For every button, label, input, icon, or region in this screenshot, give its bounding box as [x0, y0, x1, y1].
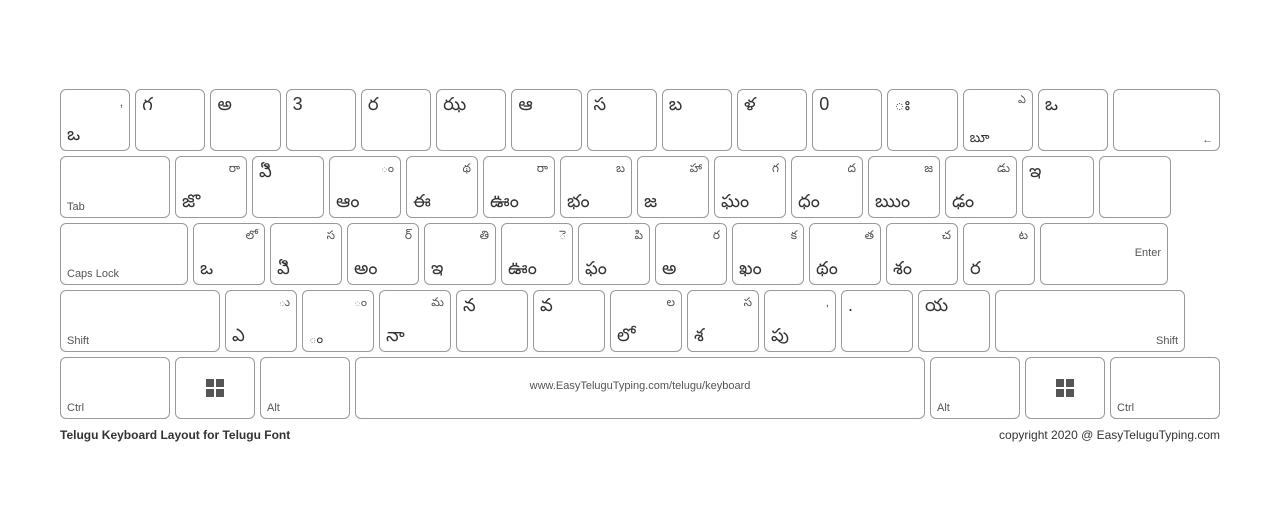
key-m[interactable]: స శ: [687, 290, 759, 352]
row-shift: Shift ు ఎ ం ం మ నా న వ ల లో స శ , పు: [60, 290, 1220, 352]
key-bracket[interactable]: ఒ: [1038, 89, 1108, 151]
key-k[interactable]: క ఖం: [732, 223, 804, 285]
key-u[interactable]: హా జ: [637, 156, 709, 218]
key-5[interactable]: ఝ: [436, 89, 506, 151]
ctrl-left-key[interactable]: Ctrl: [60, 357, 170, 419]
key-l[interactable]: త థం: [809, 223, 881, 285]
key-8[interactable]: బ: [662, 89, 732, 151]
footer-right: copyright 2020 @ EasyTeluguTyping.com: [999, 428, 1220, 442]
alt-left-key[interactable]: Alt: [260, 357, 350, 419]
row-tab: Tab రా జొ ఏి ం ఆం థ ఈ రా ఊం బ భం హా జ: [60, 156, 1220, 218]
key-o[interactable]: ద ధం: [791, 156, 863, 218]
key-i[interactable]: గ ఘం: [714, 156, 786, 218]
alt-right-key[interactable]: Alt: [930, 357, 1020, 419]
footer-left: Telugu Keyboard Layout for Telugu Font: [60, 428, 290, 442]
key-e[interactable]: ం ఆం: [329, 156, 401, 218]
key-minus[interactable]: ః: [887, 89, 957, 151]
key-comma[interactable]: , పు: [764, 290, 836, 352]
key-f[interactable]: తి ఇ: [424, 223, 496, 285]
key-slash[interactable]: య: [918, 290, 990, 352]
key-a[interactable]: లో ఒ: [193, 223, 265, 285]
key-quote[interactable]: ట ర: [963, 223, 1035, 285]
key-n[interactable]: ల లో: [610, 290, 682, 352]
key-j[interactable]: ర అ: [655, 223, 727, 285]
key-backslash[interactable]: [1099, 156, 1171, 218]
caps-lock-key[interactable]: Caps Lock: [60, 223, 188, 285]
key-h[interactable]: పి ఫం: [578, 223, 650, 285]
space-key[interactable]: www.EasyTeluguTyping.com/telugu/keyboard: [355, 357, 925, 419]
footer-description: Layout for Telugu Font: [160, 428, 290, 442]
key-d[interactable]: ర్ అం: [347, 223, 419, 285]
windows-icon: [206, 379, 224, 397]
key-q[interactable]: రా జొ: [175, 156, 247, 218]
key-6[interactable]: ఆ: [511, 89, 581, 151]
key-p[interactable]: జ ఋం: [868, 156, 940, 218]
enter-key[interactable]: Enter: [1040, 223, 1168, 285]
key-period[interactable]: .: [841, 290, 913, 352]
key-7[interactable]: స: [587, 89, 657, 151]
key-backtick[interactable]: , ఒ: [60, 89, 130, 151]
key-2[interactable]: అ: [210, 89, 280, 151]
shift-right-key[interactable]: Shift: [995, 290, 1185, 352]
key-z[interactable]: ు ఎ: [225, 290, 297, 352]
row-bottom: Ctrl Alt www.EasyTeluguTyping.com/telugu…: [60, 357, 1220, 419]
key-v[interactable]: న: [456, 290, 528, 352]
windows-icon-right: [1056, 379, 1074, 397]
key-equals[interactable]: ఎ బూ: [963, 89, 1033, 151]
key-w[interactable]: ఏి: [252, 156, 324, 218]
win-right-key[interactable]: [1025, 357, 1105, 419]
key-1[interactable]: గ: [135, 89, 205, 151]
key-y[interactable]: బ భం: [560, 156, 632, 218]
key-lbracket[interactable]: డు ఢం: [945, 156, 1017, 218]
footer-brand: Telugu Keyboard: [60, 428, 157, 442]
key-rbracket[interactable]: ఇ: [1022, 156, 1094, 218]
row-caps: Caps Lock లో ఒ స ఏి ర్ అం తి ఇ ె ఊం పి ఫ…: [60, 223, 1220, 285]
key-4[interactable]: ర: [361, 89, 431, 151]
shift-left-key[interactable]: Shift: [60, 290, 220, 352]
key-3[interactable]: 3: [286, 89, 356, 151]
footer: Telugu Keyboard Layout for Telugu Font c…: [60, 428, 1220, 442]
row-numbers: , ఒ గ అ 3 ర ఝ ఆ స బ ళ 0: [60, 89, 1220, 151]
backspace-key[interactable]: ←: [1113, 89, 1220, 151]
key-g[interactable]: ె ఊం: [501, 223, 573, 285]
key-0[interactable]: 0: [812, 89, 882, 151]
keyboard-layout: , ఒ గ అ 3 ర ఝ ఆ స బ ళ 0: [60, 89, 1220, 442]
win-left-key[interactable]: [175, 357, 255, 419]
key-s[interactable]: స ఏి: [270, 223, 342, 285]
key-x[interactable]: ం ం: [302, 290, 374, 352]
tab-key[interactable]: Tab: [60, 156, 170, 218]
ctrl-right-key[interactable]: Ctrl: [1110, 357, 1220, 419]
key-semicolon[interactable]: చ శం: [886, 223, 958, 285]
key-r[interactable]: థ ఈ: [406, 156, 478, 218]
key-t[interactable]: రా ఊం: [483, 156, 555, 218]
key-b[interactable]: వ: [533, 290, 605, 352]
key-9[interactable]: ళ: [737, 89, 807, 151]
key-c[interactable]: మ నా: [379, 290, 451, 352]
